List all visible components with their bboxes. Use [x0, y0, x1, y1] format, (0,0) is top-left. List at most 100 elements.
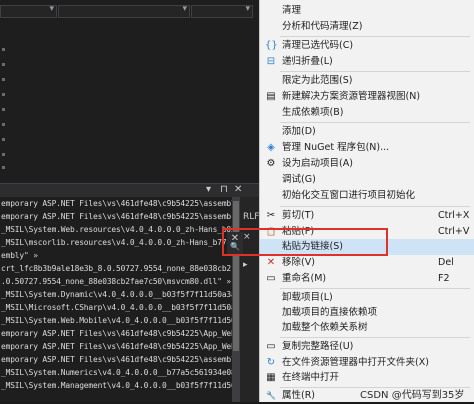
menu-item-label: 管理 NuGet 程序包(N)...	[282, 142, 390, 153]
menu-item-label: 在文件资源管理器中打开文件夹(X)	[282, 357, 429, 368]
editor-marker	[2, 108, 5, 111]
menu-separator	[280, 288, 470, 289]
menu-item-label: 复制完整路径(U)	[282, 341, 354, 352]
menu-item-label: 加载项目的直接依赖项	[282, 307, 378, 318]
menu-item-add[interactable]: 添加(D)	[260, 124, 474, 140]
editor-dropdown-1[interactable]	[0, 4, 57, 18]
add-icon	[265, 126, 277, 138]
menu-item-copy-path[interactable]: ▭ 复制完整路径(U)	[260, 339, 474, 355]
menu-item-shortcut: Ctrl+X	[438, 210, 470, 221]
menu-item-startup[interactable]: ⚙ 设为启动项目(A)	[260, 156, 474, 172]
interactive-icon	[265, 190, 277, 202]
unload-icon	[265, 292, 277, 304]
editor-marker	[2, 153, 5, 156]
output-line: _MSIL\Microsoft.CSharp\v4.0_4.0.0.0__b03…	[1, 303, 232, 312]
output-panel-header: ▾ ⊓ ✕	[0, 183, 262, 197]
nuget-icon: ◈	[267, 142, 275, 153]
editor-marker	[2, 78, 5, 81]
output-line: _MSIL\System.Dynamic\v4.0_4.0.0.0__b03f5…	[1, 290, 232, 299]
code-editor[interactable]	[0, 0, 262, 183]
menu-item-label: 卸载项目(L)	[282, 292, 333, 303]
menu-item-label: 重命名(M)	[282, 273, 327, 284]
menu-item-label: 清理已选代码(C)	[282, 40, 354, 51]
menu-item-cut[interactable]: ✂ 剪切(T) Ctrl+X	[260, 208, 474, 224]
menu-item-label: 移除(V)	[282, 257, 315, 268]
output-line: emporary ASP.NET Files\vs\461dfe48\c9b54…	[1, 342, 232, 351]
menu-item-label: 调试(G)	[282, 174, 316, 185]
output-panel[interactable]: emporary ASP.NET Files\vs\461dfe48\c9b54…	[0, 197, 232, 402]
analyze-icon	[265, 21, 277, 33]
menu-item-load-tree[interactable]: 加载整个依赖关系树	[260, 320, 474, 336]
menu-item-unload[interactable]: 卸载项目(L)	[260, 290, 474, 306]
menu-item-remove[interactable]: ✕ 移除(V) Del	[260, 255, 474, 271]
context-menu: 清理 分析和代码清理(Z) {} 清理已选代码(C) ⊟ 递归折叠(L) 限定为此范…	[259, 0, 474, 402]
menu-separator	[280, 337, 470, 338]
menu-item-label: 分析和代码清理(Z)	[282, 21, 363, 32]
output-line: _MSIL\System.Numerics\v4.0_4.0.0.0__b77a…	[1, 368, 232, 377]
editor-marker	[2, 123, 5, 126]
editor-dropdown-3[interactable]	[191, 4, 253, 18]
pin-icon[interactable]: ⊓	[220, 184, 228, 196]
dropdown-icon[interactable]: ▾	[206, 184, 211, 196]
menu-item-label: 剪切(T)	[282, 210, 315, 221]
editor-marker	[2, 138, 5, 141]
menu-item-new-view[interactable]: ▤ 新建解决方案资源管理器视图(N)	[260, 89, 474, 105]
menu-item-label: 设为启动项目(A)	[282, 158, 353, 169]
clean-icon	[265, 5, 277, 17]
menu-item-label: 加载整个依赖关系树	[282, 322, 368, 333]
menu-item-load-direct-deps[interactable]: 加载项目的直接依赖项	[260, 305, 474, 321]
highlight-box	[222, 228, 388, 256]
output-line: _MSIL\System.Web.resources\v4.0_4.0.0.0_…	[1, 225, 232, 234]
folder-open-icon: ↻	[266, 357, 276, 368]
menu-separator	[280, 122, 470, 123]
output-line: emporary ASP.NET Files\vs\461dfe48\c9b54…	[1, 199, 232, 208]
gear-icon: ⚙	[266, 158, 276, 169]
editor-dropdown-2[interactable]	[58, 4, 190, 18]
collapse-icon: ⊟	[266, 56, 276, 67]
menu-item-collapse[interactable]: ⊟ 递归折叠(L)	[260, 54, 474, 70]
terminal-icon: ▦	[266, 372, 276, 383]
editor-marker	[2, 48, 5, 51]
menu-item-shortcut: F2	[438, 273, 450, 284]
load-direct-icon	[265, 307, 277, 319]
output-line: crt_lfc8b3b9ale18e3b_8.0.50727.9554_none…	[1, 264, 232, 273]
menu-item-open-terminal[interactable]: ▦ 在终端中打开	[260, 370, 474, 386]
menu-item-nuget[interactable]: ◈ 管理 NuGet 程序包(N)...	[260, 140, 474, 156]
menu-item-label: 新建解决方案资源管理器视图(N)	[282, 91, 421, 102]
scrollbar-thumb[interactable]	[233, 201, 239, 351]
side-arrow-icon[interactable]: ▸	[243, 260, 248, 270]
menu-item-interactive-init[interactable]: 初始化交互窗口进行项目初始化	[260, 188, 474, 204]
editor-marker	[2, 63, 5, 66]
menu-item-label: 添加(D)	[282, 126, 316, 137]
output-line: _MSIL\mscorlib.resources\v4.0_4.0.0.0_zh…	[1, 238, 232, 247]
build-deps-icon	[265, 107, 277, 119]
output-line: _MSIL\System.Management\v4.0_4.0.0.0__b0…	[1, 381, 232, 390]
remove-icon: ✕	[266, 257, 276, 268]
menu-item-shortcut: Ctrl+V	[438, 226, 470, 237]
output-line: .0.50727.9554_none_88e038cb2fae7c50\msvc…	[1, 277, 232, 286]
menu-item-shortcut: Del	[438, 257, 454, 268]
menu-item-label: 在终端中打开	[282, 372, 340, 383]
line-ending-label[interactable]: RLF	[243, 212, 259, 222]
editor-marker	[2, 93, 5, 96]
menu-item-build-deps[interactable]: 生成依赖项(B)	[260, 105, 474, 121]
menu-item-scope[interactable]: 限定为此范围(S)	[260, 73, 474, 89]
menu-item-label: 初始化交互窗口进行项目初始化	[282, 190, 416, 201]
menu-item-rename[interactable]: ▭ 重命名(M) F2	[260, 271, 474, 287]
menu-item-debug[interactable]: 调试(G)	[260, 172, 474, 188]
new-view-icon: ▤	[266, 91, 276, 102]
menu-item-label: 递归折叠(L)	[282, 56, 333, 67]
output-line: emporary ASP.NET Files\vs\461dfe48\c9b54…	[1, 329, 232, 338]
menu-item-label: 属性(R)	[282, 390, 316, 401]
menu-separator	[280, 36, 470, 37]
menu-item-clean-selected[interactable]: {} 清理已选代码(C)	[260, 38, 474, 54]
editor-marker	[2, 166, 5, 169]
close-icon[interactable]: ✕	[234, 184, 242, 196]
rename-icon: ▭	[266, 273, 276, 284]
output-line: emporary ASP.NET Files\vs\461dfe48\c9b54…	[1, 355, 232, 364]
menu-item-open-explorer[interactable]: ↻ 在文件资源管理器中打开文件夹(X)	[260, 355, 474, 371]
menu-item-analyze[interactable]: 分析和代码清理(Z)	[260, 19, 474, 35]
menu-item-clean[interactable]: 清理	[260, 3, 474, 19]
scope-icon	[265, 75, 277, 87]
braces-icon: {}	[265, 40, 278, 51]
